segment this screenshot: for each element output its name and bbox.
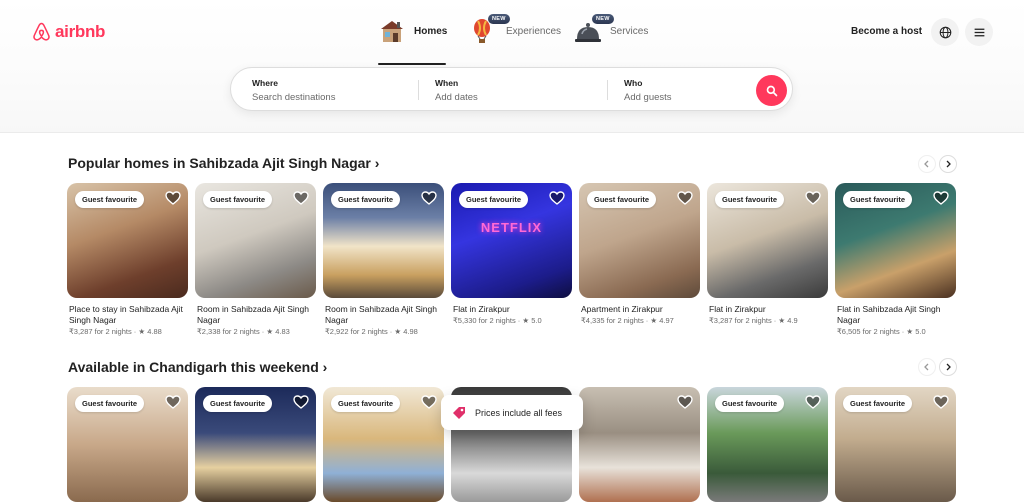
price-tag-icon [453, 406, 465, 419]
tab-services[interactable]: NEW Services [574, 14, 648, 48]
active-tab-indicator [378, 63, 446, 65]
who-placeholder[interactable]: Add guests [624, 92, 672, 103]
listing-price-rating: ₹3,287 for 2 nights · ★ 4.9 [709, 316, 798, 325]
listing-price-rating: ₹4,335 for 2 nights · ★ 4.97 [581, 316, 674, 325]
guest-favourite-badge: Guest favourite [203, 395, 273, 412]
when-label: When [435, 78, 459, 88]
carousel-prev-button[interactable] [918, 155, 936, 173]
heart-icon[interactable] [933, 190, 949, 206]
guest-favourite-badge: Guest favourite [75, 191, 145, 208]
listing-photo[interactable]: Guest favourite [323, 183, 444, 298]
listing-title[interactable]: Apartment in Zirakpur [579, 304, 700, 315]
listing-price-rating: ₹3,287 for 2 nights · ★ 4.88 [69, 327, 162, 336]
where-label: Where [252, 78, 278, 88]
house-icon [378, 17, 406, 45]
header: airbnb Homes NEW Experiences NEW Service… [0, 0, 1024, 133]
listing-title[interactable]: Flat in Zirakpur [707, 304, 828, 315]
tab-experiences-label: Experiences [506, 25, 562, 37]
become-host-link[interactable]: Become a host [851, 26, 922, 37]
guest-favourite-badge: Guest favourite [75, 395, 145, 412]
listing-title[interactable]: Room in Sahibzada Ajit Singh Nagar [195, 304, 316, 326]
guest-favourite-badge: Guest favourite [459, 191, 529, 208]
listing-title[interactable]: Place to stay in Sahibzada Ajit Singh Na… [67, 304, 188, 326]
tab-homes[interactable]: Homes [378, 14, 447, 48]
listing-card[interactable]: Guest favourite Room in Sahibzada Ajit Si… [195, 183, 316, 336]
chevron-right-icon [946, 363, 951, 371]
heart-icon[interactable] [421, 190, 437, 206]
guest-favourite-badge: Guest favourite [331, 191, 401, 208]
listing-photo[interactable]: NETFLIX Guest favourite [451, 183, 572, 298]
carousel-next-button[interactable] [939, 155, 957, 173]
carousel-next-button[interactable] [939, 358, 957, 376]
tooltip-text: Prices include all fees [475, 407, 563, 418]
price-tooltip: Prices include all fees [441, 395, 583, 430]
listing-card[interactable]: Guest favourite Apartment in Zirakpur ₹4,3… [579, 183, 700, 325]
new-badge: NEW [592, 14, 614, 24]
listing-title[interactable]: Flat in Zirakpur [451, 304, 572, 315]
heart-icon[interactable] [805, 190, 821, 206]
guest-favourite-badge: Guest favourite [587, 191, 657, 208]
language-button[interactable] [931, 18, 959, 46]
where-field[interactable]: Where Search destinations [252, 78, 335, 103]
neon-sign: NETFLIX [480, 220, 543, 235]
heart-icon[interactable] [165, 394, 181, 410]
listing-title[interactable]: Room in Sahibzada Ajit Singh Nagar [323, 304, 444, 326]
listing-card[interactable]: Guest favourite Flat in Sahibzada Ajit Si… [835, 183, 956, 336]
section-title-chandigarh[interactable]: Available in Chandigarh this weekend › [68, 359, 327, 375]
heart-icon[interactable] [677, 190, 693, 206]
chevron-left-icon [924, 160, 929, 168]
listing-photo[interactable]: Guest favourite [579, 183, 700, 298]
tab-experiences[interactable]: NEW Experiences [470, 14, 561, 48]
search-bar[interactable]: Where Search destinations When Add dates… [230, 67, 793, 111]
listing-card[interactable]: Guest favourite Flat in Zirakpur ₹3,287 fo… [707, 183, 828, 325]
carousel-prev-button[interactable] [918, 358, 936, 376]
section-title-popular[interactable]: Popular homes in Sahibzada Ajit Singh Na… [68, 155, 379, 171]
who-label: Who [624, 78, 643, 88]
hot-air-balloon-icon: NEW [470, 14, 510, 45]
listing-card[interactable]: Guest favourite Place to stay in Sahibzad… [67, 183, 188, 336]
guest-favourite-badge: Guest favourite [715, 191, 785, 208]
guest-favourite-badge: Guest favourite [331, 395, 401, 412]
tab-homes-label: Homes [414, 25, 448, 37]
listing-photo[interactable]: Guest favourite [195, 183, 316, 298]
who-field[interactable]: Who Add guests [624, 78, 672, 103]
guest-favourite-badge: Guest favourite [843, 191, 913, 208]
service-bell-icon: NEW [574, 14, 614, 45]
listing-card[interactable]: NETFLIX Guest favourite Flat in Zirakpur ₹5… [451, 183, 572, 325]
search-icon [766, 85, 777, 96]
heart-icon[interactable] [677, 394, 693, 410]
listing-price-rating: ₹2,922 for 2 nights · ★ 4.98 [325, 327, 418, 336]
heart-icon[interactable] [549, 190, 565, 206]
when-placeholder[interactable]: Add dates [435, 92, 478, 103]
heart-icon[interactable] [293, 190, 309, 206]
search-divider [607, 80, 608, 100]
listing-title[interactable]: Flat in Sahibzada Ajit Singh Nagar [835, 304, 956, 326]
when-field[interactable]: When Add dates [435, 78, 478, 103]
where-placeholder[interactable]: Search destinations [252, 92, 335, 103]
heart-icon[interactable] [421, 394, 437, 410]
listing-photo[interactable]: Guest favourite [835, 183, 956, 298]
globe-icon [939, 26, 951, 38]
listing-price-rating: ₹6,505 for 2 nights · ★ 5.0 [837, 327, 926, 336]
listing-price-rating: ₹2,338 for 2 nights · ★ 4.83 [197, 327, 290, 336]
menu-icon [974, 28, 984, 36]
listing-card[interactable]: Guest favourite Room in Sahibzada Ajit Si… [323, 183, 444, 336]
search-button[interactable] [756, 75, 787, 106]
heart-icon[interactable] [805, 394, 821, 410]
tab-services-label: Services [610, 25, 649, 37]
listing-photo[interactable]: Guest favourite [707, 183, 828, 298]
listing-price-rating: ₹5,330 for 2 nights · ★ 5.0 [453, 316, 542, 325]
guest-favourite-badge: Guest favourite [843, 395, 913, 412]
listing-photo[interactable]: Guest favourite [67, 183, 188, 298]
heart-icon[interactable] [933, 394, 949, 410]
guest-favourite-badge: Guest favourite [715, 395, 785, 412]
heart-icon[interactable] [293, 394, 309, 410]
chevron-right-icon [946, 160, 951, 168]
chevron-left-icon [924, 363, 929, 371]
new-badge: NEW [488, 14, 510, 24]
menu-button[interactable] [965, 18, 993, 46]
guest-favourite-badge: Guest favourite [203, 191, 273, 208]
heart-icon[interactable] [165, 190, 181, 206]
search-divider [418, 80, 419, 100]
